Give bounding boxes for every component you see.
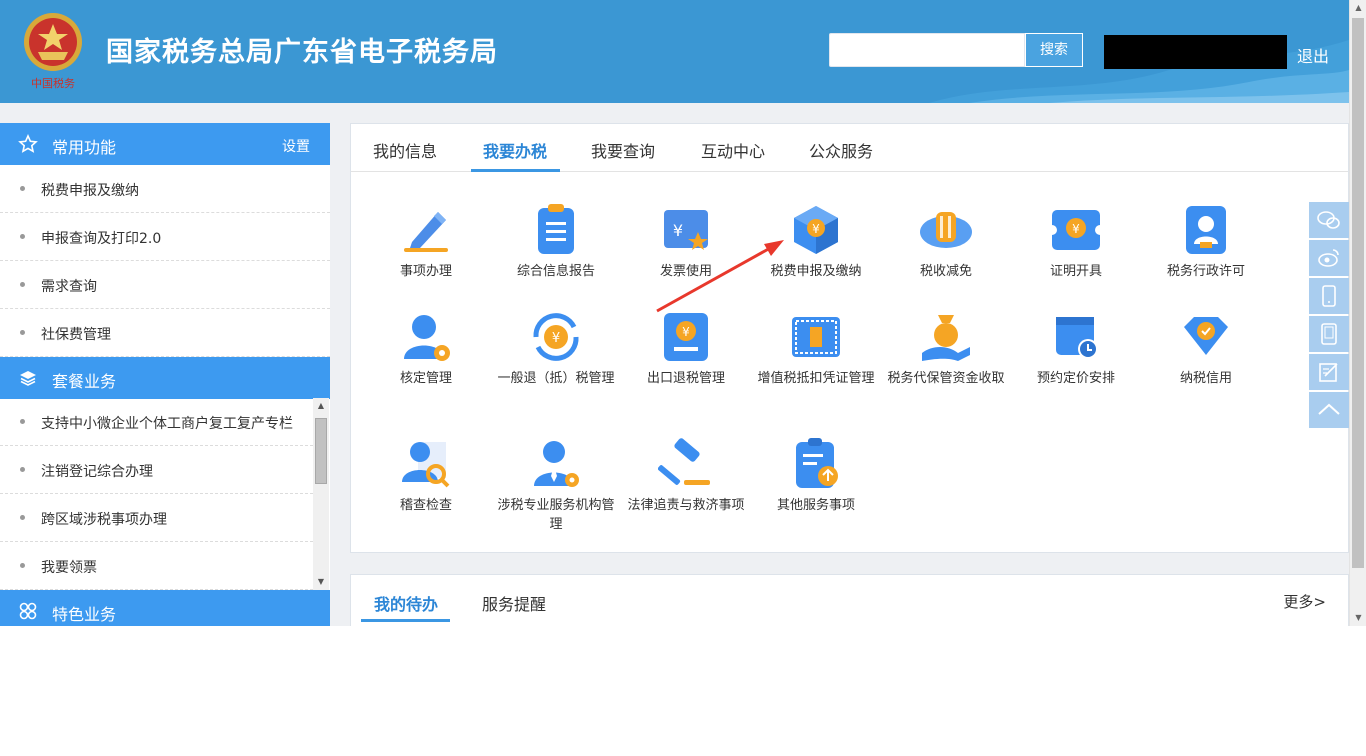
back-to-top-icon [1318, 403, 1340, 415]
page-scroll-thumb[interactable] [1352, 18, 1364, 568]
scroll-up-icon[interactable]: ▲ [1350, 0, 1366, 16]
back-to-top-button[interactable] [1309, 392, 1349, 428]
phone-icon [1322, 285, 1336, 307]
page-scrollbar[interactable]: ▲ ▼ [1349, 0, 1366, 626]
wechat-icon [1317, 211, 1340, 229]
scroll-down-icon[interactable]: ▼ [1350, 610, 1366, 626]
annotation-arrow [656, 240, 784, 313]
page-viewport: 中国税务 国家税务总局广东省电子税务局 搜索 退出 常用功能 设置 税费申报及缴… [0, 0, 1366, 626]
active-tab-underline [361, 619, 450, 622]
weibo-button[interactable] [1309, 240, 1349, 276]
todo-panel: 我的待办 服务提醒 更多> [350, 574, 1349, 626]
mobile-button[interactable] [1309, 278, 1349, 314]
tablet-icon [1321, 323, 1337, 345]
tablet-button[interactable] [1309, 316, 1349, 352]
wechat-button[interactable] [1309, 202, 1349, 238]
more-link[interactable]: 更多> [1283, 591, 1326, 612]
weibo-icon [1318, 249, 1339, 267]
feedback-button[interactable] [1309, 354, 1349, 390]
tab-my-todo[interactable]: 我的待办 [374, 591, 438, 615]
tab-service-reminder[interactable]: 服务提醒 [482, 591, 546, 615]
feedback-icon [1319, 363, 1338, 382]
